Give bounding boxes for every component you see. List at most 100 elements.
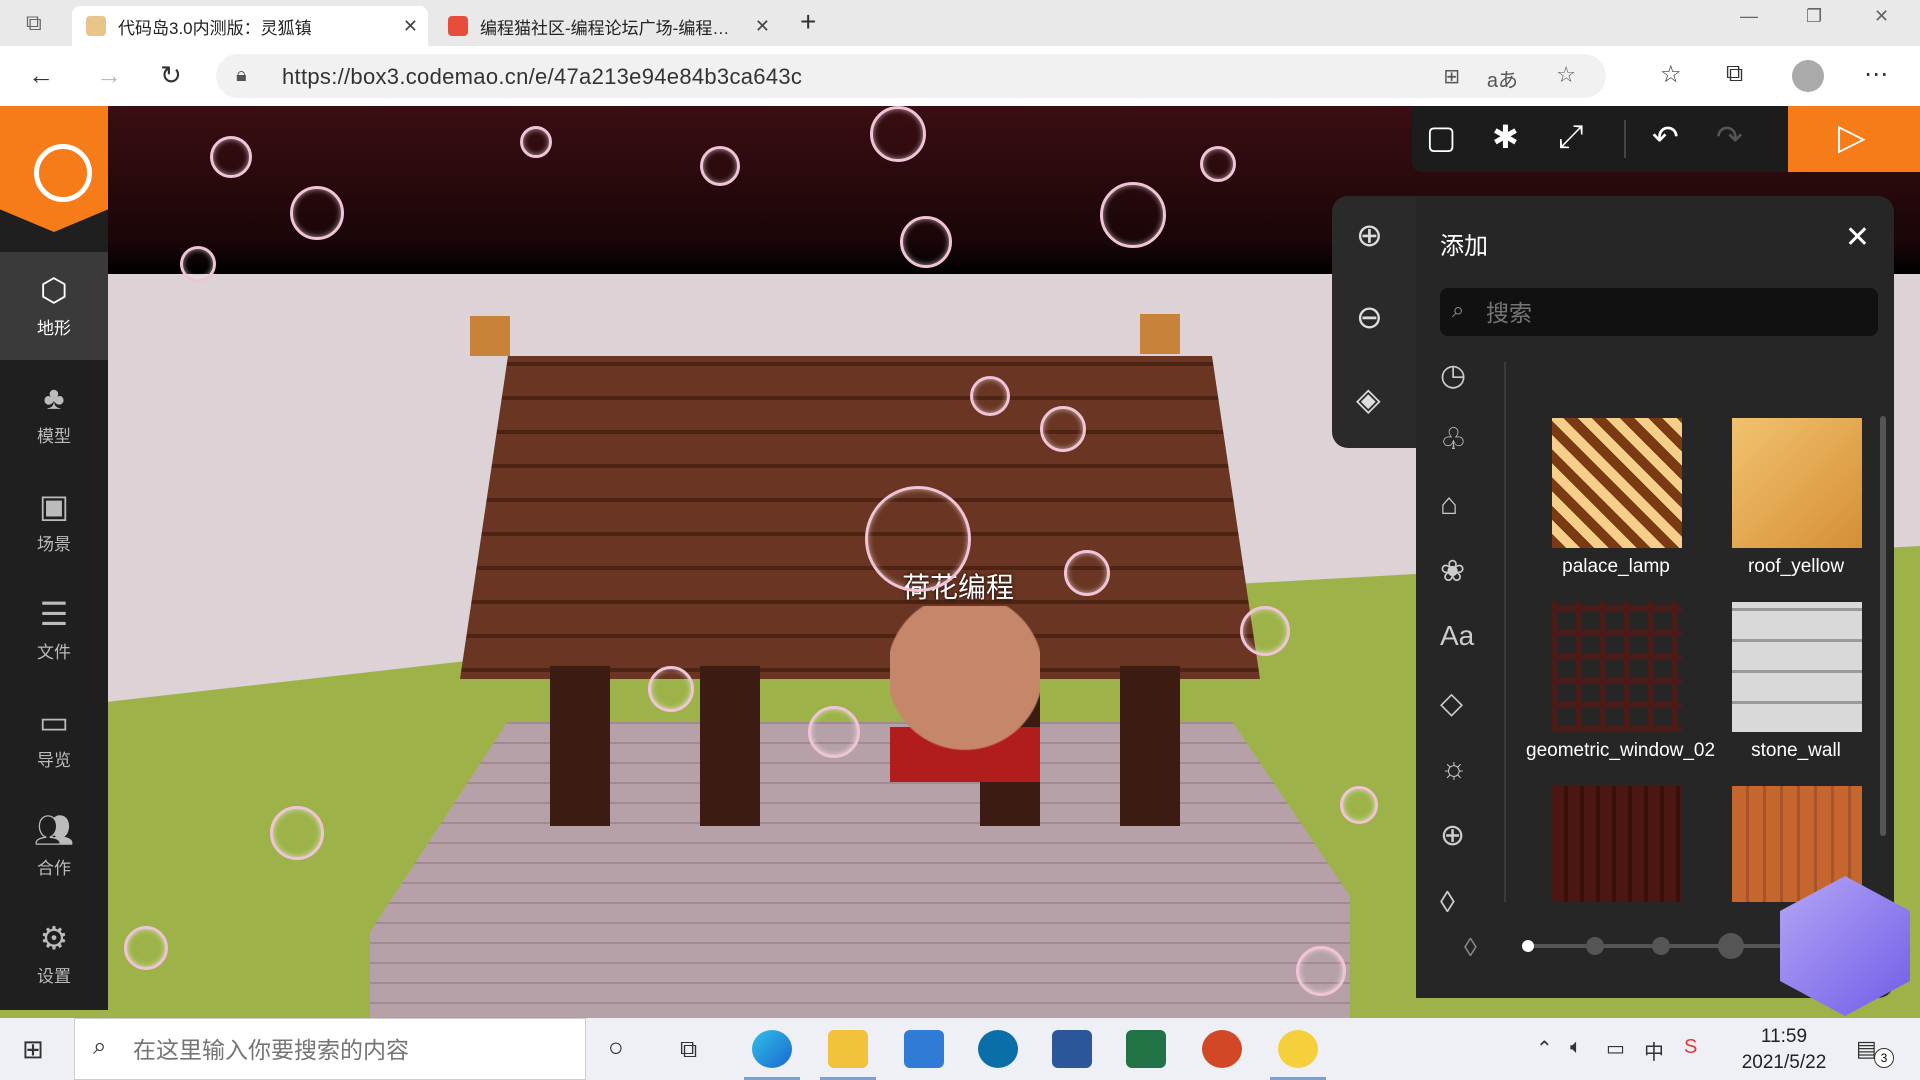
app-available-icon[interactable]: ⊞ <box>1443 64 1460 89</box>
more-menu-icon[interactable]: ⋯ <box>1864 60 1888 89</box>
sidebar-item-terrain[interactable]: ⬡ 地形 <box>0 252 108 360</box>
ime-icon[interactable]: 中 <box>1644 1036 1664 1065</box>
block-item[interactable]: stone_wall <box>1706 594 1886 778</box>
new-tab-button[interactable]: + <box>800 6 816 38</box>
add-favorite-icon[interactable]: ☆ <box>1556 62 1576 88</box>
panel-scrollbar[interactable] <box>1880 416 1886 836</box>
battery-icon[interactable]: ▭ <box>1606 1036 1625 1061</box>
back-icon[interactable]: ← <box>28 60 54 91</box>
sidebar-item-file[interactable]: ☰ 文件 <box>0 576 108 684</box>
redo-icon[interactable]: ↷ <box>1716 118 1743 156</box>
file-icon: ☰ <box>39 596 69 632</box>
windows-start-icon[interactable]: ⊞ <box>22 1034 44 1065</box>
sidebar-item-collab[interactable]: 👥︎ 合作 <box>0 792 108 900</box>
slider-dot-active[interactable] <box>1522 940 1534 952</box>
sidebar-item-model[interactable]: ♣ 模型 <box>0 360 108 468</box>
layers-icon[interactable]: ◊ <box>1440 886 1455 920</box>
excel-app-icon[interactable] <box>1126 1030 1166 1068</box>
fullscreen-icon[interactable]: ⤢ <box>1558 118 1584 156</box>
favorites-icon[interactable]: ☆ <box>1660 60 1682 89</box>
sidebar-item-guide[interactable]: ▭ 导览 <box>0 684 108 792</box>
recent-icon[interactable]: ◷ <box>1440 358 1466 393</box>
debug-bug-icon[interactable]: ✱ <box>1492 118 1519 156</box>
music-app-icon[interactable] <box>1270 1030 1326 1080</box>
bubble <box>1340 786 1378 824</box>
task-view-icon[interactable]: ⧉ <box>680 1036 697 1064</box>
file-explorer-icon[interactable] <box>820 1030 876 1080</box>
block-thumbnail <box>1732 602 1862 732</box>
sidebar-item-label: 合作 <box>37 859 71 878</box>
bubble <box>1296 946 1346 996</box>
search-box: ⌕ <box>1440 288 1878 336</box>
block-item[interactable] <box>1526 778 1706 902</box>
mail-app-icon[interactable] <box>904 1030 944 1068</box>
bubble <box>865 486 971 592</box>
minimize-icon[interactable]: — <box>1740 6 1758 27</box>
folder-icon: ▭ <box>38 704 70 740</box>
sidebar-item-label: 导览 <box>37 751 71 770</box>
url-field[interactable]: 🔒︎ https://box3.codemao.cn/e/47a213e94e8… <box>216 54 1606 98</box>
word-app-icon[interactable] <box>1052 1030 1092 1068</box>
block-name: stone_wall <box>1751 740 1841 761</box>
cortana-icon[interactable]: ○ <box>608 1032 624 1063</box>
address-bar: ← → ↻ 🔒︎ https://box3.codemao.cn/e/47a21… <box>0 46 1920 107</box>
light-icon[interactable]: ☼ <box>1440 752 1468 786</box>
slider-dot[interactable] <box>1586 937 1604 955</box>
read-aloud-icon[interactable]: aあ <box>1487 64 1518 93</box>
clock-time: 11:59 <box>1760 1026 1808 1047</box>
plant-icon[interactable]: ♧ <box>1440 422 1467 457</box>
collections-icon[interactable]: ⧉ <box>1726 60 1743 88</box>
sidebar-item-label: 设置 <box>37 967 71 986</box>
edge-app-icon[interactable] <box>744 1030 800 1080</box>
close-tab-icon[interactable]: ✕ <box>403 16 418 37</box>
house-icon[interactable]: ⌂ <box>1440 488 1458 522</box>
paint-bucket-icon[interactable]: ◈ <box>1356 380 1381 418</box>
codemao-logo[interactable] <box>0 106 108 232</box>
window-close-icon[interactable]: ✕ <box>1874 6 1889 27</box>
image-icon: ▣ <box>38 488 70 524</box>
cat-favicon-icon <box>448 16 468 36</box>
particles-icon[interactable]: ❀ <box>1440 554 1465 589</box>
undo-icon[interactable]: ↶ <box>1652 118 1679 156</box>
slider-dot[interactable] <box>1718 933 1744 959</box>
slider-dot[interactable] <box>1652 937 1670 955</box>
layers-icon[interactable]: ◊ <box>1464 932 1477 963</box>
text-icon[interactable]: Aa <box>1440 620 1474 652</box>
sogou-icon[interactable]: S <box>1684 1036 1697 1059</box>
plus-circle-icon[interactable]: ⊕ <box>1440 818 1465 853</box>
fox-logo-icon <box>34 144 92 202</box>
system-clock[interactable]: 11:59 2021/5/22 <box>1738 1024 1830 1076</box>
close-tab-icon[interactable]: ✕ <box>755 16 770 37</box>
roof-lamp-right <box>1140 314 1180 354</box>
reload-icon[interactable]: ↻ <box>160 60 182 91</box>
sidebar-item-label: 文件 <box>37 643 71 662</box>
search-input[interactable] <box>1484 294 1868 332</box>
top-toolbar: ▢ ✱ ⤢ ↶ ↷ <box>1412 106 1788 172</box>
taskbar-search-input[interactable] <box>131 1031 575 1069</box>
remove-block-icon[interactable]: ⊖ <box>1356 298 1383 336</box>
tab-codemao-community[interactable]: 编程猫社区-编程论坛广场-编程… ✕ <box>434 6 780 46</box>
block-item[interactable]: palace_lamp <box>1526 410 1706 594</box>
sidebar-item-settings[interactable]: ⚙ 设置 <box>0 900 108 1008</box>
restore-icon[interactable]: ❐ <box>1806 6 1822 27</box>
tag-icon[interactable]: ◇ <box>1440 686 1463 721</box>
block-item[interactable] <box>1706 778 1886 902</box>
block-item[interactable]: roof_yellow <box>1706 410 1886 594</box>
bubble <box>970 376 1010 416</box>
clock-date: 2021/5/22 <box>1741 1052 1827 1073</box>
block-item[interactable]: geometric_window_02 <box>1526 594 1715 778</box>
sidebar-item-scene[interactable]: ▣ 场景 <box>0 468 108 576</box>
chat-icon[interactable]: ▢ <box>1426 118 1456 156</box>
dell-app-icon[interactable] <box>978 1030 1018 1068</box>
tray-expand-icon[interactable]: ⌃ <box>1536 1036 1553 1061</box>
run-button[interactable]: ▷ <box>1788 106 1920 172</box>
tab-actions-icon[interactable]: ⧉ <box>26 10 42 36</box>
add-block-icon[interactable]: ⊕ <box>1356 216 1383 254</box>
volume-icon[interactable]: 🔈︎ <box>1570 1036 1582 1059</box>
close-icon[interactable]: ✕ <box>1845 220 1870 255</box>
powerpoint-app-icon[interactable] <box>1202 1030 1242 1068</box>
tab-codemao-editor[interactable]: 代码岛3.0内测版：灵狐镇 ✕ <box>72 6 428 46</box>
toolbar-divider <box>1624 120 1626 158</box>
profile-avatar[interactable] <box>1792 60 1824 92</box>
forward-icon[interactable]: → <box>96 60 122 91</box>
